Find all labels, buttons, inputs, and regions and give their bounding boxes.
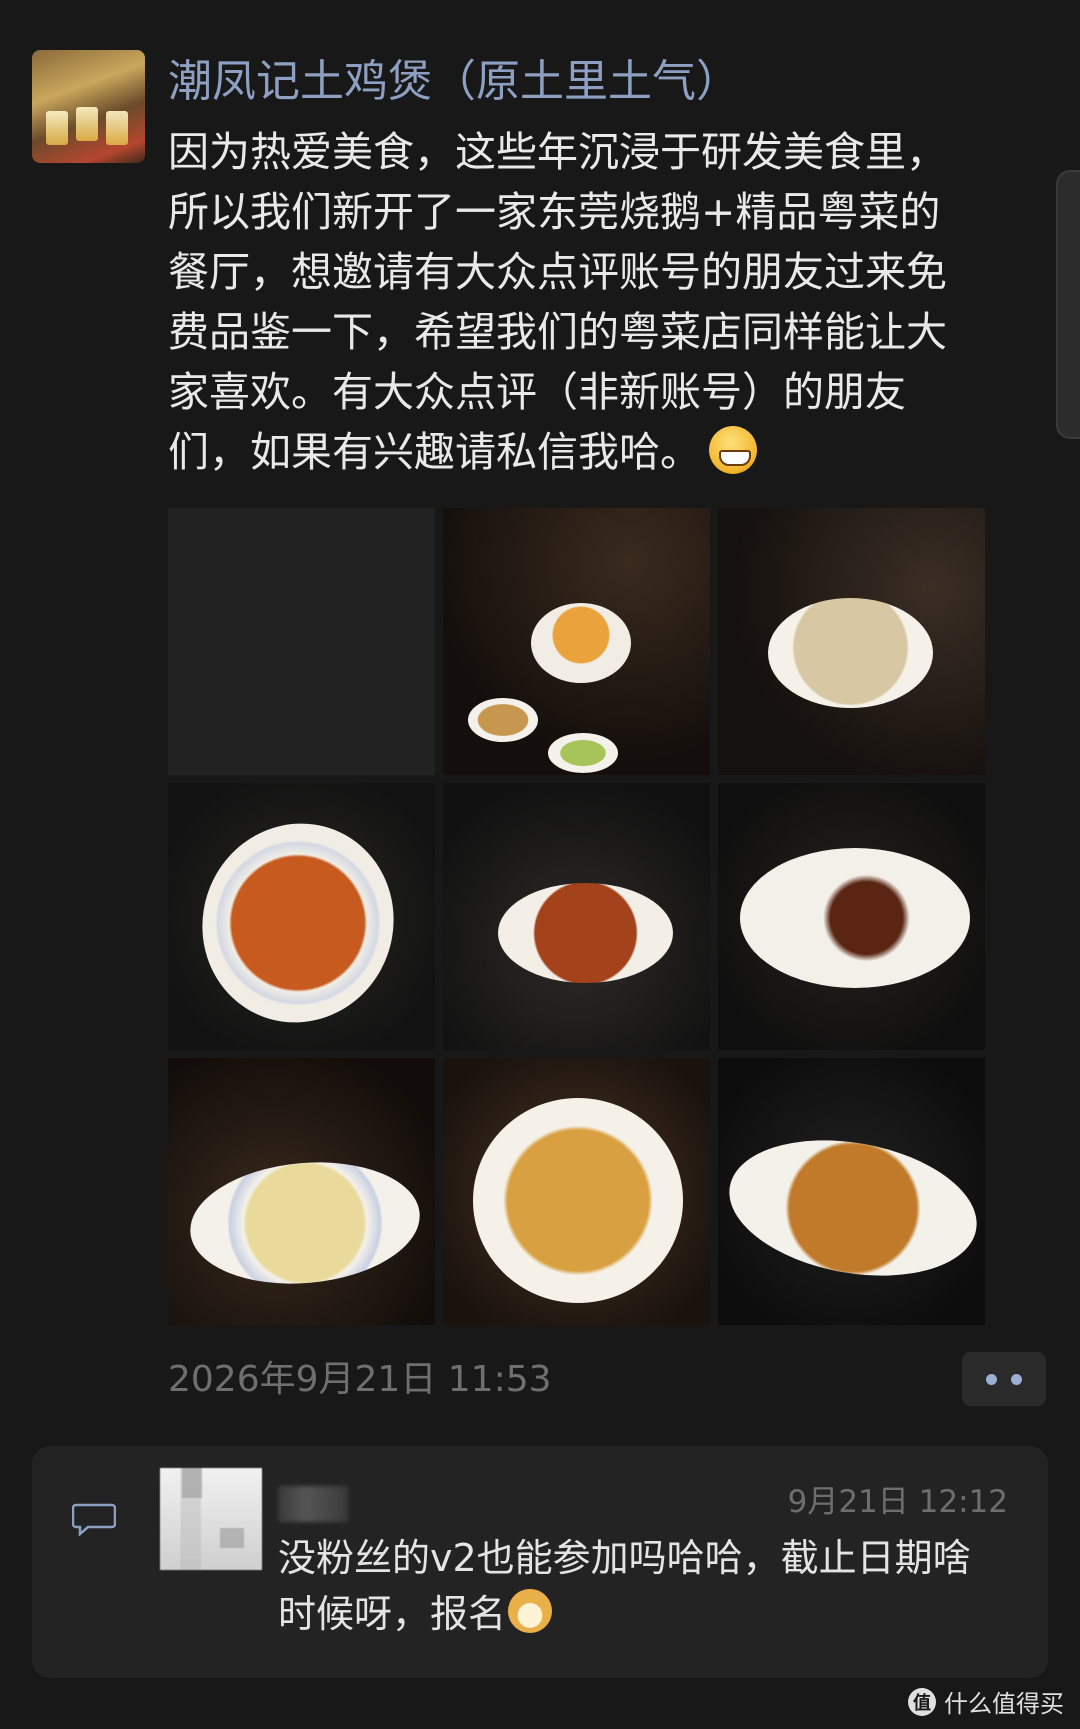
photo-grid [168, 508, 986, 1326]
photo-soup-bowl[interactable] [443, 508, 710, 775]
soup-bowl-image [531, 603, 631, 683]
doge-emoji-icon [508, 1589, 553, 1633]
squid-plate-image [174, 796, 422, 1050]
avatar-blur [220, 1528, 244, 1548]
comment-time: 9月21日 12:12 [787, 1484, 1008, 1520]
photo-blank[interactable] [168, 508, 435, 775]
comment-bubble-icon [72, 1503, 116, 1536]
commenter-name-blurred[interactable] [278, 1486, 348, 1522]
photo-fish-maw[interactable] [718, 1058, 985, 1325]
photo-white-chicken[interactable] [168, 1058, 435, 1325]
author-name[interactable]: 潮凤记土鸡煲（原土里土气） [168, 50, 740, 114]
char-siu-image [740, 848, 970, 988]
more-options-button[interactable] [962, 1352, 1046, 1406]
photo-char-siu[interactable] [718, 783, 985, 1050]
prawns-image [473, 1098, 683, 1303]
commenter-avatar[interactable] [160, 1468, 262, 1570]
grin-emoji-icon [709, 426, 757, 474]
fish-maw-image [718, 1122, 985, 1294]
roast-goose-image [498, 883, 673, 983]
post-content: 因为热爱美食，这些年沉浸于研发美食里， 所以我们新开了一家东莞烧鹅+精品粤菜的 … [168, 122, 1048, 482]
post-timestamp: 2026年9月21日 11:53 [168, 1359, 552, 1400]
avatar-blur [182, 1468, 202, 1498]
watermark-text: 什么值得买 [944, 1690, 1064, 1718]
photo-squid-plate[interactable] [168, 783, 435, 1050]
post-text: 因为热爱美食，这些年沉浸于研发美食里， 所以我们新开了一家东莞烧鹅+精品粤菜的 … [168, 128, 947, 476]
comment-text: 没粉丝的v2也能参加吗哈哈，截止日期啥 时候呀，报名 [278, 1536, 971, 1636]
side-dish-image [548, 733, 618, 773]
tofu-bowl-image [768, 598, 933, 708]
photo-prawns[interactable] [443, 1058, 710, 1325]
avatar-decoration [76, 107, 98, 141]
photo-roast-goose[interactable] [443, 783, 710, 1050]
avatar-decoration [46, 111, 68, 145]
watermark-logo-icon: 值 [908, 1687, 936, 1716]
author-avatar[interactable] [32, 50, 145, 163]
comment-card: 9月21日 12:12 没粉丝的v2也能参加吗哈哈，截止日期啥 时候呀，报名 [32, 1446, 1048, 1678]
white-chicken-image [185, 1153, 425, 1293]
watermark: 值 什么值得买 [908, 1684, 1064, 1719]
more-dot-icon [986, 1373, 997, 1385]
avatar-decoration [106, 111, 128, 145]
more-dot-icon [1011, 1373, 1022, 1385]
comment-content: 没粉丝的v2也能参加吗哈哈，截止日期啥 时候呀，报名 [278, 1530, 1018, 1642]
side-dish-image [468, 698, 538, 742]
photo-tofu-bowl[interactable] [718, 508, 985, 775]
scroll-handle[interactable] [1056, 170, 1080, 439]
